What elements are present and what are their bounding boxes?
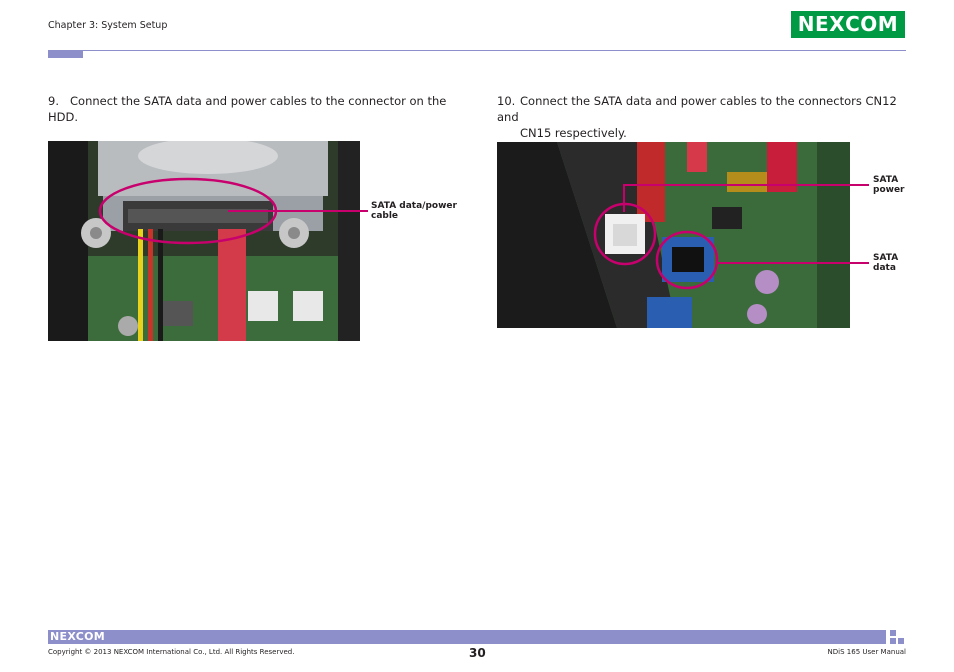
- callout-2-line1: SATA: [873, 175, 899, 185]
- step-10-text-line1: Connect the SATA data and power cables t…: [497, 94, 897, 124]
- nexcom-logo: NEXCOM: [791, 11, 905, 38]
- board-connectors-photo: [497, 142, 850, 328]
- board-connectors-illustration: [497, 142, 850, 328]
- page-number: 30: [469, 646, 486, 660]
- hdd-sata-photo: [48, 141, 360, 341]
- callout-2-line2: power: [873, 185, 905, 195]
- callout-sata-power: SATA power: [873, 175, 904, 195]
- callout-line-data: [716, 262, 869, 264]
- header-rule-tab: [48, 50, 83, 58]
- callout-1-line2: cable: [371, 211, 399, 221]
- manual-title: NDiS 165 User Manual: [827, 648, 906, 656]
- callout-line-1: [228, 210, 368, 212]
- footer-square-icon: [890, 630, 896, 636]
- callout-line-power-v: [623, 184, 625, 212]
- callout-3-line2: data: [873, 263, 896, 273]
- callout-3-line1: SATA: [873, 253, 899, 263]
- chapter-title: Chapter 3: System Setup: [48, 20, 168, 31]
- step-9-number: 9.: [48, 94, 59, 108]
- hdd-sata-illustration: [48, 141, 360, 341]
- logo-text-x: X: [829, 12, 846, 36]
- header-rule: [48, 50, 906, 51]
- copyright: Copyright © 2013 NEXCOM International Co…: [48, 648, 295, 656]
- callout-line-power-h: [623, 184, 869, 186]
- footer-square-icon: [898, 638, 904, 644]
- footer-logo: NEXCOM: [50, 630, 105, 643]
- footer-bar: [48, 630, 886, 644]
- step-10-text-line2: CN15 respectively.: [520, 126, 627, 140]
- footer-square-icon: [890, 638, 896, 644]
- logo-text-left: NE: [797, 12, 830, 36]
- callout-1-line1: SATA data/power: [371, 201, 457, 211]
- step-10: 10. Connect the SATA data and power cable…: [497, 93, 907, 141]
- callout-sata-data-power-cable: SATA data/power cable: [371, 201, 457, 221]
- callout-sata-data: SATA data: [873, 253, 898, 273]
- step-9: 9. Connect the SATA data and power cables…: [48, 93, 468, 125]
- logo-text-right: COM: [845, 12, 899, 36]
- step-9-text: Connect the SATA data and power cables t…: [48, 94, 447, 124]
- step-10-number: 10.: [497, 94, 516, 108]
